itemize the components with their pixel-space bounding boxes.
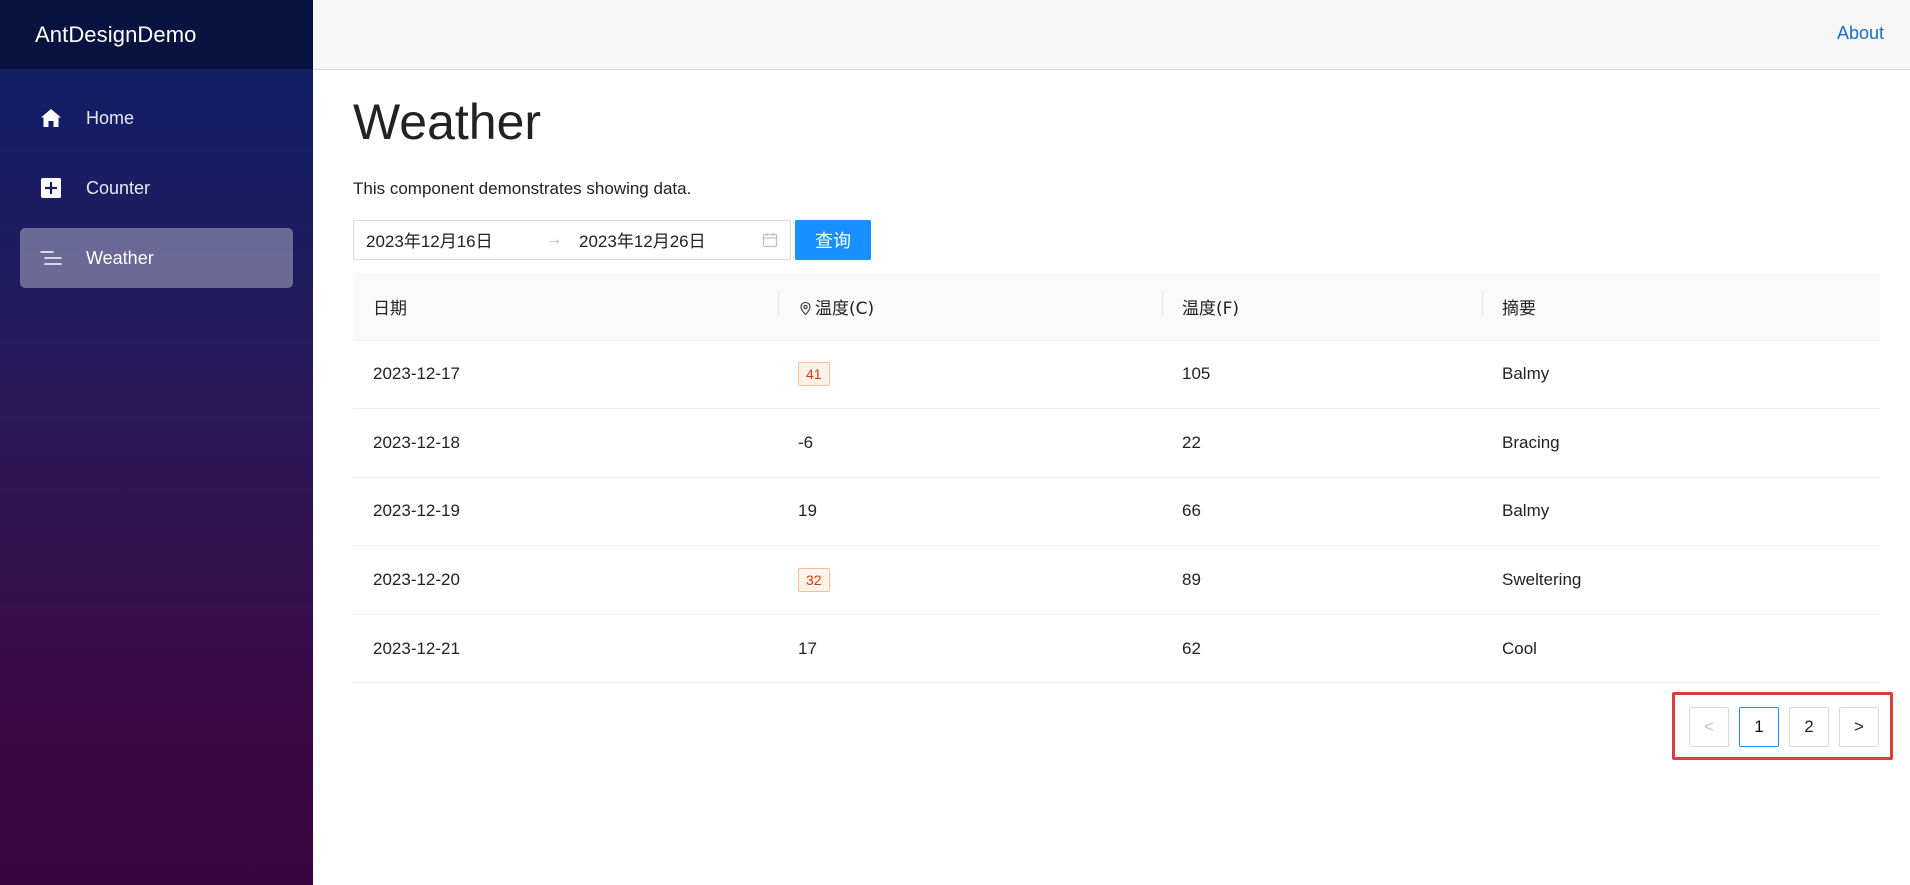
header-date[interactable]: 日期 — [353, 294, 778, 319]
top-bar: About — [313, 0, 1910, 70]
filter-row: 2023年12月16日 → 2023年12月26日 查询 — [353, 219, 1880, 260]
sidebar-item-weather[interactable]: Weather — [20, 228, 293, 288]
cell-temp-c: 17 — [798, 638, 817, 658]
sidebar-item-label: Counter — [86, 177, 151, 198]
main-content: Weather This component demonstrates show… — [353, 70, 1880, 684]
page-2-button[interactable]: 2 — [1789, 707, 1829, 747]
plus-square-icon — [39, 176, 63, 200]
query-button[interactable]: 查询 — [795, 219, 871, 260]
hot-temp-tag: 41 — [798, 362, 830, 387]
header-temp-c-label: 温度(C) — [815, 298, 875, 319]
sidebar-item-label: Home — [86, 107, 135, 128]
page-1-button[interactable]: 1 — [1739, 707, 1779, 747]
sidebar-nav: Home Counter Weather — [0, 70, 313, 288]
table-row: 2023-12-20 32 89 Sweltering — [353, 546, 1880, 615]
chevron-left-icon: < — [1704, 717, 1714, 736]
start-date-input[interactable]: 2023年12月16日 — [366, 227, 546, 252]
calendar-icon[interactable] — [762, 232, 778, 248]
cell-temp-f: 105 — [1182, 364, 1211, 384]
cell-temp-f: 66 — [1182, 501, 1201, 521]
cell-temp-c: 41 — [778, 362, 1162, 387]
header-temp-c[interactable]: 温度(C) — [778, 289, 1162, 319]
cell-date: 2023-12-20 — [373, 570, 460, 590]
pagination-highlight: < 1 2 > — [1672, 692, 1893, 760]
cell-temp-c: 32 — [778, 568, 1162, 593]
header-temp-f[interactable]: 温度(F) — [1162, 289, 1482, 319]
hot-temp-tag: 32 — [798, 568, 830, 593]
header-summary[interactable]: 摘要 — [1482, 289, 1880, 319]
arrow-right-icon: → — [546, 230, 562, 248]
pagination: < 1 2 > — [1689, 707, 1879, 747]
cell-summary: Sweltering — [1502, 570, 1582, 590]
about-link[interactable]: About — [1837, 23, 1884, 44]
end-date-input[interactable]: 2023年12月26日 — [579, 227, 762, 252]
chevron-right-icon: > — [1854, 717, 1864, 736]
cell-temp-f: 22 — [1182, 432, 1201, 452]
cell-date: 2023-12-17 — [373, 364, 460, 384]
cell-temp-c: 19 — [798, 501, 817, 521]
page-title: Weather — [353, 94, 542, 150]
cell-summary: Balmy — [1502, 501, 1550, 521]
list-icon — [39, 246, 63, 270]
app-root: AntDesignDemo Home Counter Weather About… — [0, 0, 1910, 885]
sidebar-item-counter[interactable]: Counter — [20, 158, 293, 218]
cell-temp-f: 62 — [1182, 638, 1201, 658]
sidebar: AntDesignDemo Home Counter Weather — [0, 0, 313, 885]
cell-summary: Cool — [1502, 638, 1537, 658]
table-header: 日期 温度(C) 温度(F) 摘要 — [353, 272, 1880, 341]
page-description: This component demonstrates showing data… — [353, 178, 692, 198]
table-row: 2023-12-17 41 105 Balmy — [353, 341, 1880, 410]
date-range-picker[interactable]: 2023年12月16日 → 2023年12月26日 — [353, 219, 791, 260]
home-icon — [39, 106, 63, 130]
weather-table: 日期 温度(C) 温度(F) 摘要 2023-12-17 41 105 Balm… — [353, 272, 1880, 684]
table-row: 2023-12-18 -6 22 Bracing — [353, 409, 1880, 478]
brand-bar: AntDesignDemo — [0, 0, 313, 70]
cell-summary: Balmy — [1502, 364, 1550, 384]
sidebar-item-label: Weather — [86, 247, 154, 268]
cell-date: 2023-12-19 — [373, 501, 460, 521]
cell-summary: Bracing — [1502, 432, 1560, 452]
brand-title[interactable]: AntDesignDemo — [35, 22, 197, 48]
cell-date: 2023-12-18 — [373, 432, 460, 452]
table-row: 2023-12-19 19 66 Balmy — [353, 478, 1880, 547]
cell-temp-f: 89 — [1182, 570, 1201, 590]
location-pin-icon — [798, 301, 813, 316]
cell-date: 2023-12-21 — [373, 638, 460, 658]
sidebar-item-home[interactable]: Home — [20, 88, 293, 148]
prev-page-button[interactable]: < — [1689, 707, 1729, 747]
next-page-button[interactable]: > — [1839, 707, 1879, 747]
cell-temp-c: -6 — [798, 432, 814, 452]
table-row: 2023-12-21 17 62 Cool — [353, 615, 1880, 684]
